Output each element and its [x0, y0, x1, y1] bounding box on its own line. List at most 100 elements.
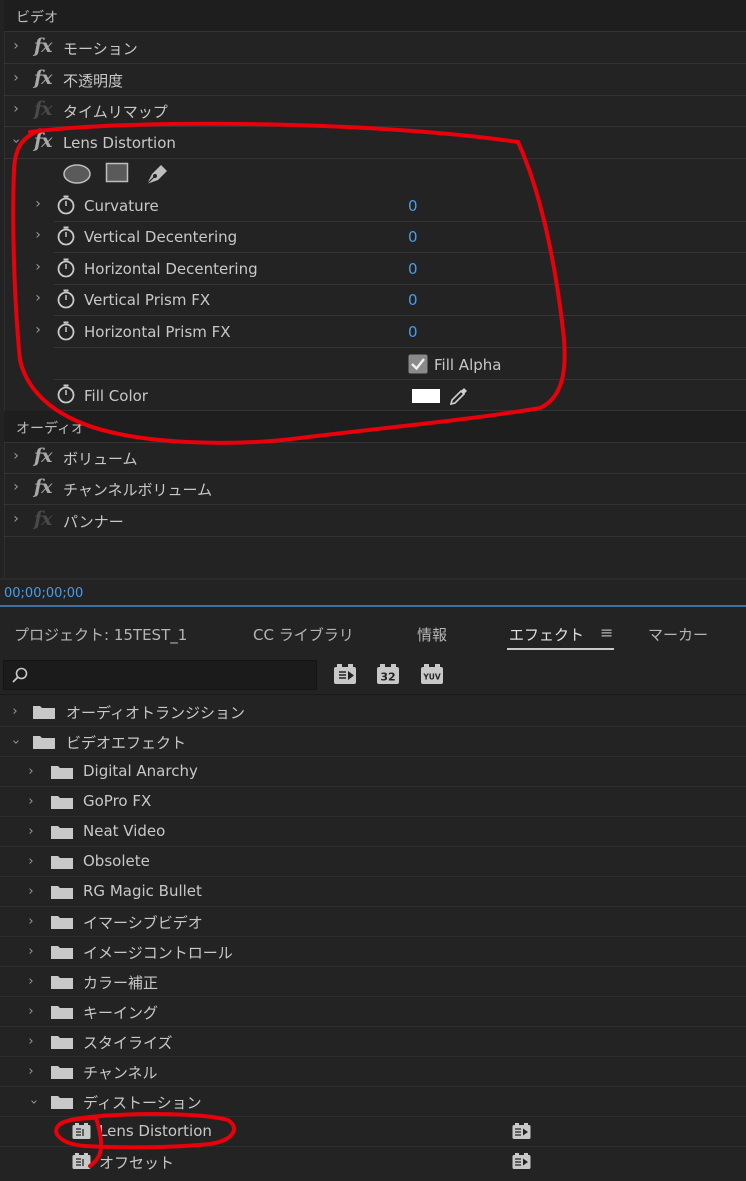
folder-icon [51, 1006, 73, 1019]
tree-folder-subfolder[interactable]: › RG Magic Bullet [0, 877, 746, 907]
param-value[interactable]: 0 [408, 197, 418, 215]
param-value[interactable]: 0 [408, 291, 418, 309]
chevron-right-icon[interactable]: › [24, 945, 38, 959]
tree-folder-subfolder[interactable]: › キーイング [0, 997, 746, 1027]
pen-mask-icon[interactable] [144, 161, 170, 187]
tab-project[interactable]: プロジェクト: 15TEST_1 [14, 624, 187, 645]
chevron-down-icon[interactable]: › [8, 735, 23, 749]
32-bit-color-icon[interactable]: 32 [376, 664, 400, 685]
fx-icon[interactable]: fx [34, 508, 52, 530]
fill-alpha-checkbox[interactable] [408, 354, 428, 374]
tree-folder-audio-transitions[interactable]: › オーディオトランジション [0, 697, 746, 727]
chevron-right-icon[interactable]: › [6, 36, 26, 56]
chevron-right-icon[interactable]: › [6, 509, 26, 529]
tree-label: イメージコントロール [83, 944, 233, 962]
stopwatch-icon[interactable] [56, 258, 76, 278]
stopwatch-icon[interactable] [56, 226, 76, 246]
effect-row-motion[interactable]: › fx モーション [4, 32, 746, 64]
chevron-right-icon[interactable]: › [28, 194, 48, 214]
tree-effect-offset[interactable]: オフセット [0, 1147, 746, 1176]
param-row-horizontal-decentering[interactable]: › Horizontal Decentering 0 [35, 253, 746, 285]
chevron-right-icon[interactable]: › [24, 825, 38, 839]
folder-icon [51, 886, 73, 899]
param-value[interactable]: 0 [408, 228, 418, 246]
effect-row-channel-volume[interactable]: › fx チャンネルボリューム [4, 473, 746, 505]
tab-effects[interactable]: エフェクト [509, 624, 584, 645]
tree-folder-subfolder[interactable]: › Digital Anarchy [0, 757, 746, 787]
tree-folder-subfolder[interactable]: › GoPro FX [0, 787, 746, 817]
param-row-fill-color[interactable]: Fill Color [54, 379, 746, 411]
chevron-right-icon[interactable]: › [24, 855, 38, 869]
audio-section-header: オーディオ [4, 411, 746, 443]
chevron-right-icon[interactable]: › [24, 795, 38, 809]
tree-folder-subfolder[interactable]: › Neat Video [0, 817, 746, 847]
stopwatch-icon[interactable] [56, 321, 76, 341]
tree-folder-subfolder[interactable]: › Obsolete [0, 847, 746, 877]
chevron-right-icon[interactable]: › [6, 68, 26, 88]
effect-row-opacity[interactable]: › fx 不透明度 [4, 64, 746, 96]
fx-icon[interactable]: fx [34, 98, 52, 120]
tree-label: Obsolete [83, 852, 150, 870]
param-value[interactable]: 0 [408, 260, 418, 278]
tree-folder-subfolder[interactable]: › イマーシブビデオ [0, 907, 746, 937]
eyedropper-icon[interactable] [448, 385, 470, 407]
chevron-right-icon[interactable]: › [28, 288, 48, 308]
fill-color-swatch[interactable] [412, 389, 440, 403]
chevron-right-icon[interactable]: › [28, 225, 48, 245]
param-row-curvature[interactable]: › Curvature 0 [35, 190, 746, 222]
tab-info[interactable]: 情報 [417, 624, 447, 645]
effect-row-volume[interactable]: › fx ボリューム [4, 442, 746, 474]
panel-menu-icon[interactable]: ≡ [600, 623, 613, 642]
timecode[interactable]: 00;00;00;00 [4, 586, 83, 601]
yuv-effects-icon[interactable]: YUV [420, 664, 444, 685]
chevron-right-icon[interactable]: › [6, 446, 26, 466]
tab-cc-libraries[interactable]: CC ライブラリ [253, 624, 354, 645]
folder-icon [51, 796, 73, 809]
fx-icon[interactable]: fx [34, 130, 52, 152]
chevron-right-icon[interactable]: › [24, 885, 38, 899]
chevron-right-icon[interactable]: › [24, 1065, 38, 1079]
param-row-horizontal-prism-fx[interactable]: › Horizontal Prism FX 0 [35, 316, 746, 348]
accelerated-effects-icon[interactable] [333, 664, 357, 685]
chevron-right-icon[interactable]: › [28, 257, 48, 277]
fx-icon[interactable]: fx [34, 445, 52, 467]
fx-icon[interactable]: fx [34, 476, 52, 498]
tree-folder-subfolder[interactable]: › イメージコントロール [0, 937, 746, 967]
tree-folder-subfolder[interactable]: › カラー補正 [0, 967, 746, 997]
chevron-right-icon[interactable]: › [24, 1035, 38, 1049]
chevron-right-icon[interactable]: › [24, 975, 38, 989]
tab-markers[interactable]: マーカー [648, 624, 708, 645]
horizontal-scrollbar[interactable] [0, 578, 746, 580]
param-label: Vertical Decentering [84, 228, 238, 246]
tree-effect-lens-distortion[interactable]: Lens Distortion [0, 1117, 746, 1147]
chevron-right-icon[interactable]: › [24, 765, 38, 779]
effects-search-input[interactable] [32, 664, 312, 686]
chevron-right-icon[interactable]: › [8, 705, 22, 719]
param-row-vertical-prism-fx[interactable]: › Vertical Prism FX 0 [35, 284, 746, 316]
tree-folder-subfolder[interactable]: › チャンネル [0, 1057, 746, 1087]
fx-icon[interactable]: fx [34, 67, 52, 89]
tree-folder-subfolder[interactable]: › スタイライズ [0, 1027, 746, 1057]
effects-search-field[interactable] [3, 660, 317, 690]
stopwatch-icon[interactable] [56, 195, 76, 215]
chevron-right-icon[interactable]: › [6, 99, 26, 119]
tree-separator [0, 694, 746, 695]
rectangle-mask-icon[interactable] [105, 162, 129, 184]
chevron-down-icon[interactable]: › [6, 131, 26, 151]
chevron-right-icon[interactable]: › [24, 1005, 38, 1019]
chevron-down-icon[interactable]: › [26, 1095, 41, 1109]
param-row-vertical-decentering[interactable]: › Vertical Decentering 0 [35, 221, 746, 253]
chevron-right-icon[interactable]: › [6, 477, 26, 497]
tree-folder-distortion[interactable]: › ディストーション [0, 1087, 746, 1117]
stopwatch-icon[interactable] [56, 289, 76, 309]
chevron-right-icon[interactable]: › [28, 320, 48, 340]
ellipse-mask-icon[interactable] [62, 163, 92, 185]
fx-icon[interactable]: fx [34, 35, 52, 57]
effect-row-lens-distortion[interactable]: › fx Lens Distortion [4, 127, 746, 159]
effect-row-time-remap[interactable]: › fx タイムリマップ [4, 95, 746, 127]
effect-row-panner[interactable]: › fx パンナー [4, 505, 746, 537]
tree-folder-video-effects[interactable]: › ビデオエフェクト [0, 727, 746, 757]
param-value[interactable]: 0 [408, 323, 418, 341]
chevron-right-icon[interactable]: › [24, 915, 38, 929]
stopwatch-icon[interactable] [56, 384, 76, 404]
